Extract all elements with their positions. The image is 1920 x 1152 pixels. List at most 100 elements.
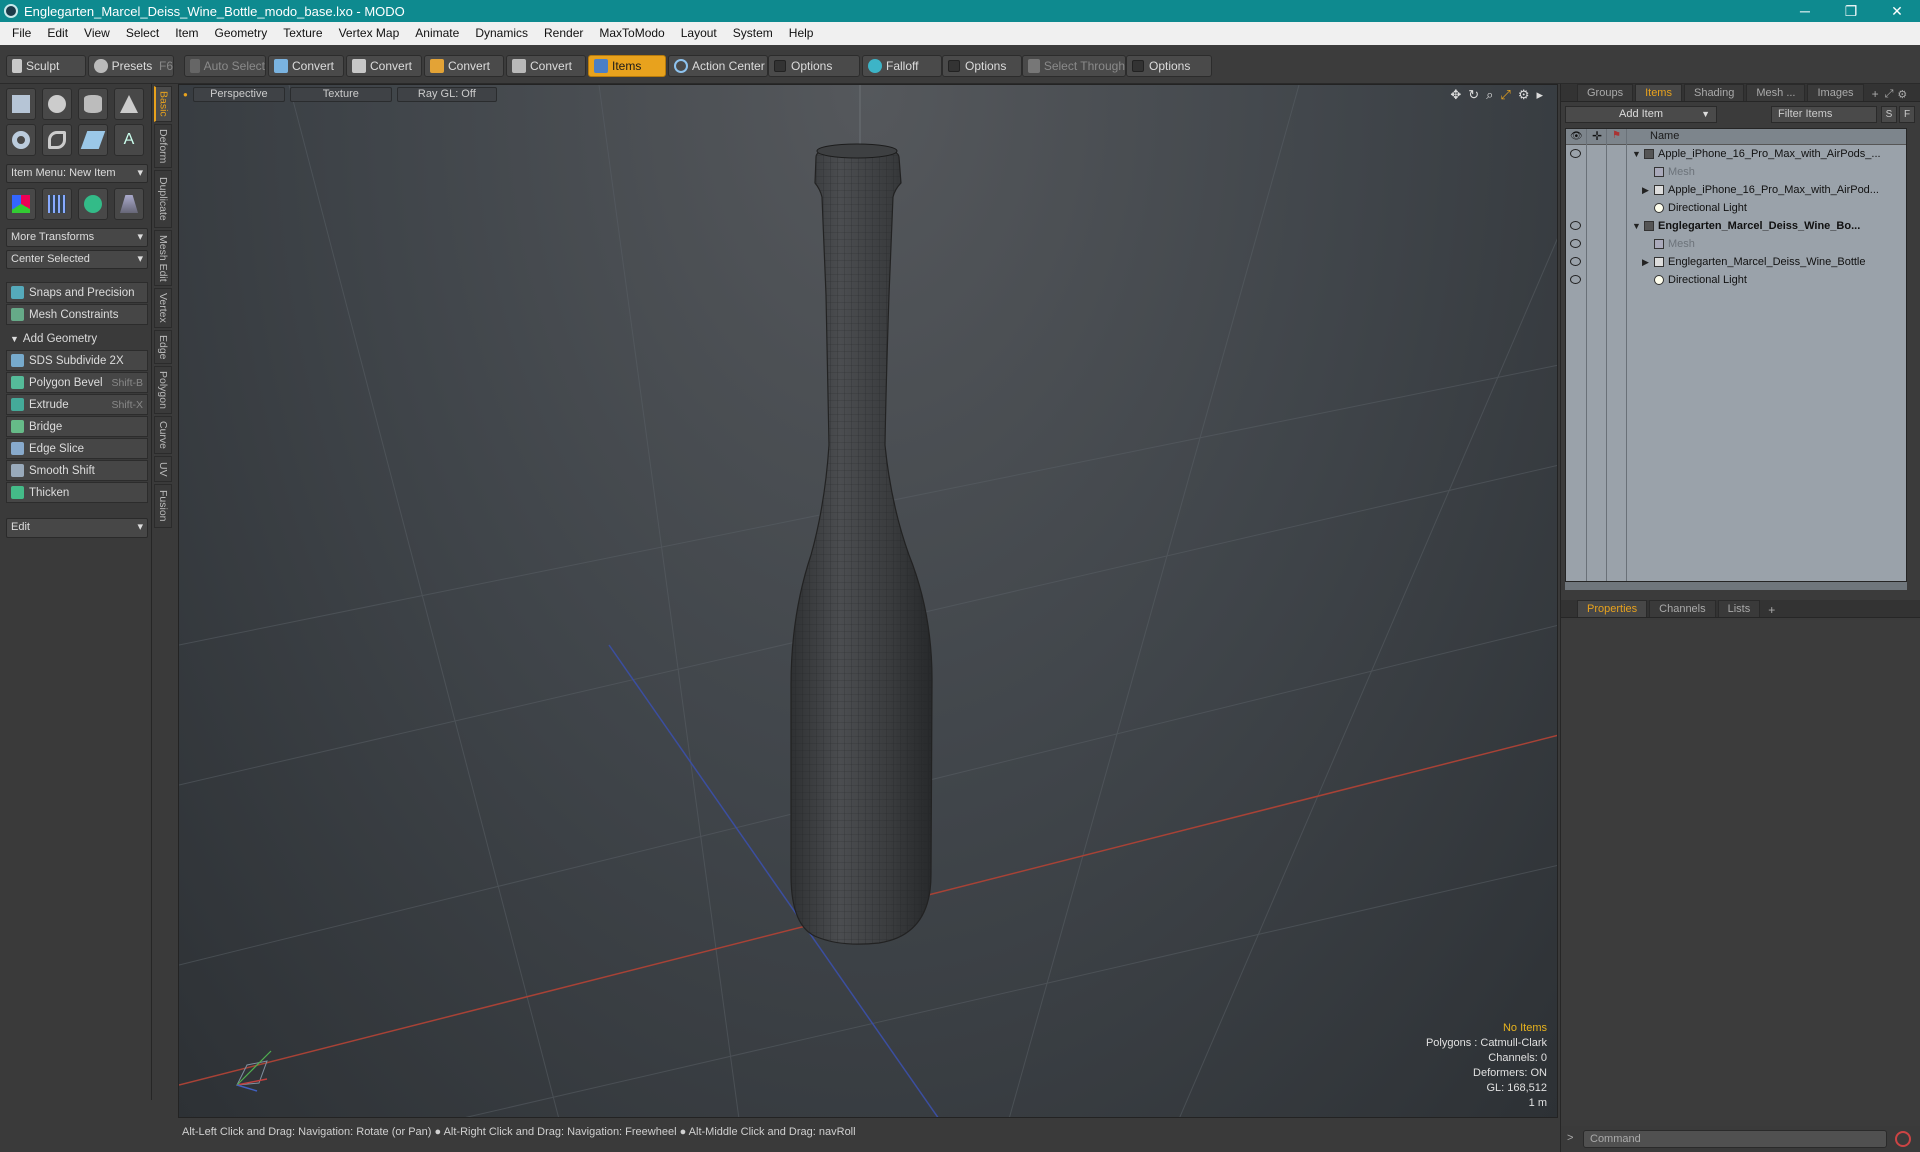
falloff-options-button[interactable]: Options [942,55,1022,77]
close-button[interactable]: ✕ [1874,0,1920,22]
visibility-eye-icon[interactable] [1570,149,1581,158]
thicken-button[interactable]: Thicken [6,482,148,503]
minimize-button[interactable]: ─ [1782,0,1828,22]
edge-slice-button[interactable]: Edge Slice [6,438,148,459]
convert-polygons-button[interactable]: Convert [424,55,504,77]
zoom-icon[interactable]: ⌕ [1486,87,1493,103]
sculpt-button[interactable]: Sculpt [6,55,86,77]
auto-select-button[interactable]: Auto Select [184,55,266,77]
options-checkbox[interactable] [1132,60,1144,72]
cube-tool-button[interactable] [6,88,36,120]
snaps-precision-button[interactable]: Snaps and Precision [6,282,148,303]
menu-file[interactable]: File [4,22,39,45]
perspective-tool-button[interactable] [114,188,144,220]
filter-f-button[interactable]: F [1899,106,1915,123]
globe-tool-button[interactable] [78,188,108,220]
viewport-scene[interactable] [179,85,1558,1118]
visibility-eye-icon[interactable] [1570,257,1581,266]
fit-icon[interactable]: ⤢ [1500,87,1510,103]
select-through-options-button[interactable]: Options [1126,55,1212,77]
vtab-vertex[interactable]: Vertex [154,288,172,328]
transform-tool-button[interactable] [6,188,36,220]
cone-tool-button[interactable] [114,88,144,120]
tree-scrollbar[interactable] [1565,582,1907,590]
tube-tool-button[interactable] [42,124,72,156]
convert-vertices-button[interactable]: Convert [268,55,344,77]
add-tab-icon[interactable]: + [1768,603,1775,617]
lock-column-icon[interactable]: ✛ [1592,129,1602,143]
tab-lists[interactable]: Lists [1717,600,1761,617]
cylinder-tool-button[interactable] [78,88,108,120]
menu-help[interactable]: Help [781,22,822,45]
item-menu-dropdown[interactable]: Item Menu: New Item [6,164,148,183]
item-list-tree[interactable]: 👁 ✛ ⚑ Name ▼ Apple_iPhone_16_Pro_Max_wit… [1565,128,1907,582]
vtab-fusion[interactable]: Fusion [154,484,172,528]
command-input[interactable]: Command [1583,1130,1887,1148]
view-type-button[interactable]: Perspective [192,86,285,102]
sds-subdivide-button[interactable]: SDS Subdivide 2X [6,350,148,371]
convert-materials-button[interactable]: Convert [506,55,586,77]
vtab-edge[interactable]: Edge [154,330,172,364]
tree-row-mesh[interactable]: Mesh [1566,163,1906,181]
menu-maxtomodo[interactable]: MaxToModo [591,22,672,45]
smooth-shift-button[interactable]: Smooth Shift [6,460,148,481]
sphere-tool-button[interactable] [42,88,72,120]
presets-button[interactable]: Presets F6 [88,55,174,77]
vtab-polygon[interactable]: Polygon [154,366,172,414]
vtab-curve[interactable]: Curve [154,416,172,454]
rotate-icon[interactable]: ↻ [1468,87,1479,103]
tree-row-bottle-group[interactable]: ▶ Englegarten_Marcel_Deiss_Wine_Bottle [1566,253,1906,271]
menu-render[interactable]: Render [536,22,591,45]
wine-bottle-mesh[interactable] [790,143,933,945]
grid-tool-button[interactable] [42,188,72,220]
tab-mesh[interactable]: Mesh ... [1746,84,1806,101]
center-selected-dropdown[interactable]: Center Selected [6,250,148,269]
options-checkbox[interactable] [774,60,786,72]
record-icon[interactable] [1895,1131,1911,1147]
3d-viewport[interactable]: ● Perspective Texture Ray GL: Off ✥ ↻ ⌕ … [178,84,1558,1118]
tab-images[interactable]: Images [1807,84,1864,101]
command-arrow-icon[interactable]: > [1567,1132,1573,1144]
menu-geometry[interactable]: Geometry [207,22,276,45]
menu-system[interactable]: System [725,22,781,45]
polygon-bevel-button[interactable]: Polygon Bevel Shift-B [6,372,148,393]
vtab-mesh-edit[interactable]: Mesh Edit [154,230,172,286]
name-column-header[interactable]: Name [1650,130,1679,142]
tree-row-mesh[interactable]: Mesh [1566,235,1906,253]
tree-row-directional-light[interactable]: Directional Light [1566,271,1906,289]
bridge-button[interactable]: Bridge [6,416,148,437]
menu-layout[interactable]: Layout [673,22,725,45]
vtab-deform[interactable]: Deform [154,124,172,168]
pen-tool-button[interactable] [78,124,108,156]
more-transforms-dropdown[interactable]: More Transforms [6,228,148,247]
select-through-button[interactable]: Select Through [1022,55,1126,77]
options-checkbox[interactable] [948,60,960,72]
pan-icon[interactable]: ✥ [1450,87,1461,103]
convert-edges-button[interactable]: Convert [346,55,422,77]
visibility-eye-icon[interactable] [1570,275,1581,284]
add-geometry-header[interactable]: ▼ Add Geometry [6,328,148,349]
falloff-button[interactable]: Falloff [862,55,942,77]
expand-arrow-icon[interactable]: ▶ [1642,181,1649,199]
menu-view[interactable]: View [76,22,118,45]
menu-dynamics[interactable]: Dynamics [467,22,536,45]
expand-arrow-icon[interactable]: ▼ [1632,145,1641,163]
maximize-icon[interactable]: ⤢ [1885,88,1894,101]
filter-s-button[interactable]: S [1881,106,1897,123]
action-center-options-button[interactable]: Options [768,55,860,77]
menu-item[interactable]: Item [167,22,206,45]
vtab-basic[interactable]: Basic [154,86,172,122]
add-item-button[interactable]: Add Item ▼ [1565,106,1717,123]
menu-animate[interactable]: Animate [407,22,467,45]
action-center-button[interactable]: Action Center [668,55,768,77]
expand-arrow-icon[interactable]: ▶ [1642,253,1649,271]
tree-row-bottle-scene[interactable]: ▼ Englegarten_Marcel_Deiss_Wine_Bo... [1566,217,1906,235]
text-tool-button[interactable]: A [114,124,144,156]
tab-groups[interactable]: Groups [1577,84,1634,101]
mesh-constraints-button[interactable]: Mesh Constraints [6,304,148,325]
tab-shading[interactable]: Shading [1683,84,1745,101]
settings-icon[interactable]: ⚙ [1518,87,1530,103]
extrude-button[interactable]: Extrude Shift-X [6,394,148,415]
visibility-eye-icon[interactable] [1570,239,1581,248]
panel-settings-icon[interactable]: ⚙ [1897,88,1907,101]
